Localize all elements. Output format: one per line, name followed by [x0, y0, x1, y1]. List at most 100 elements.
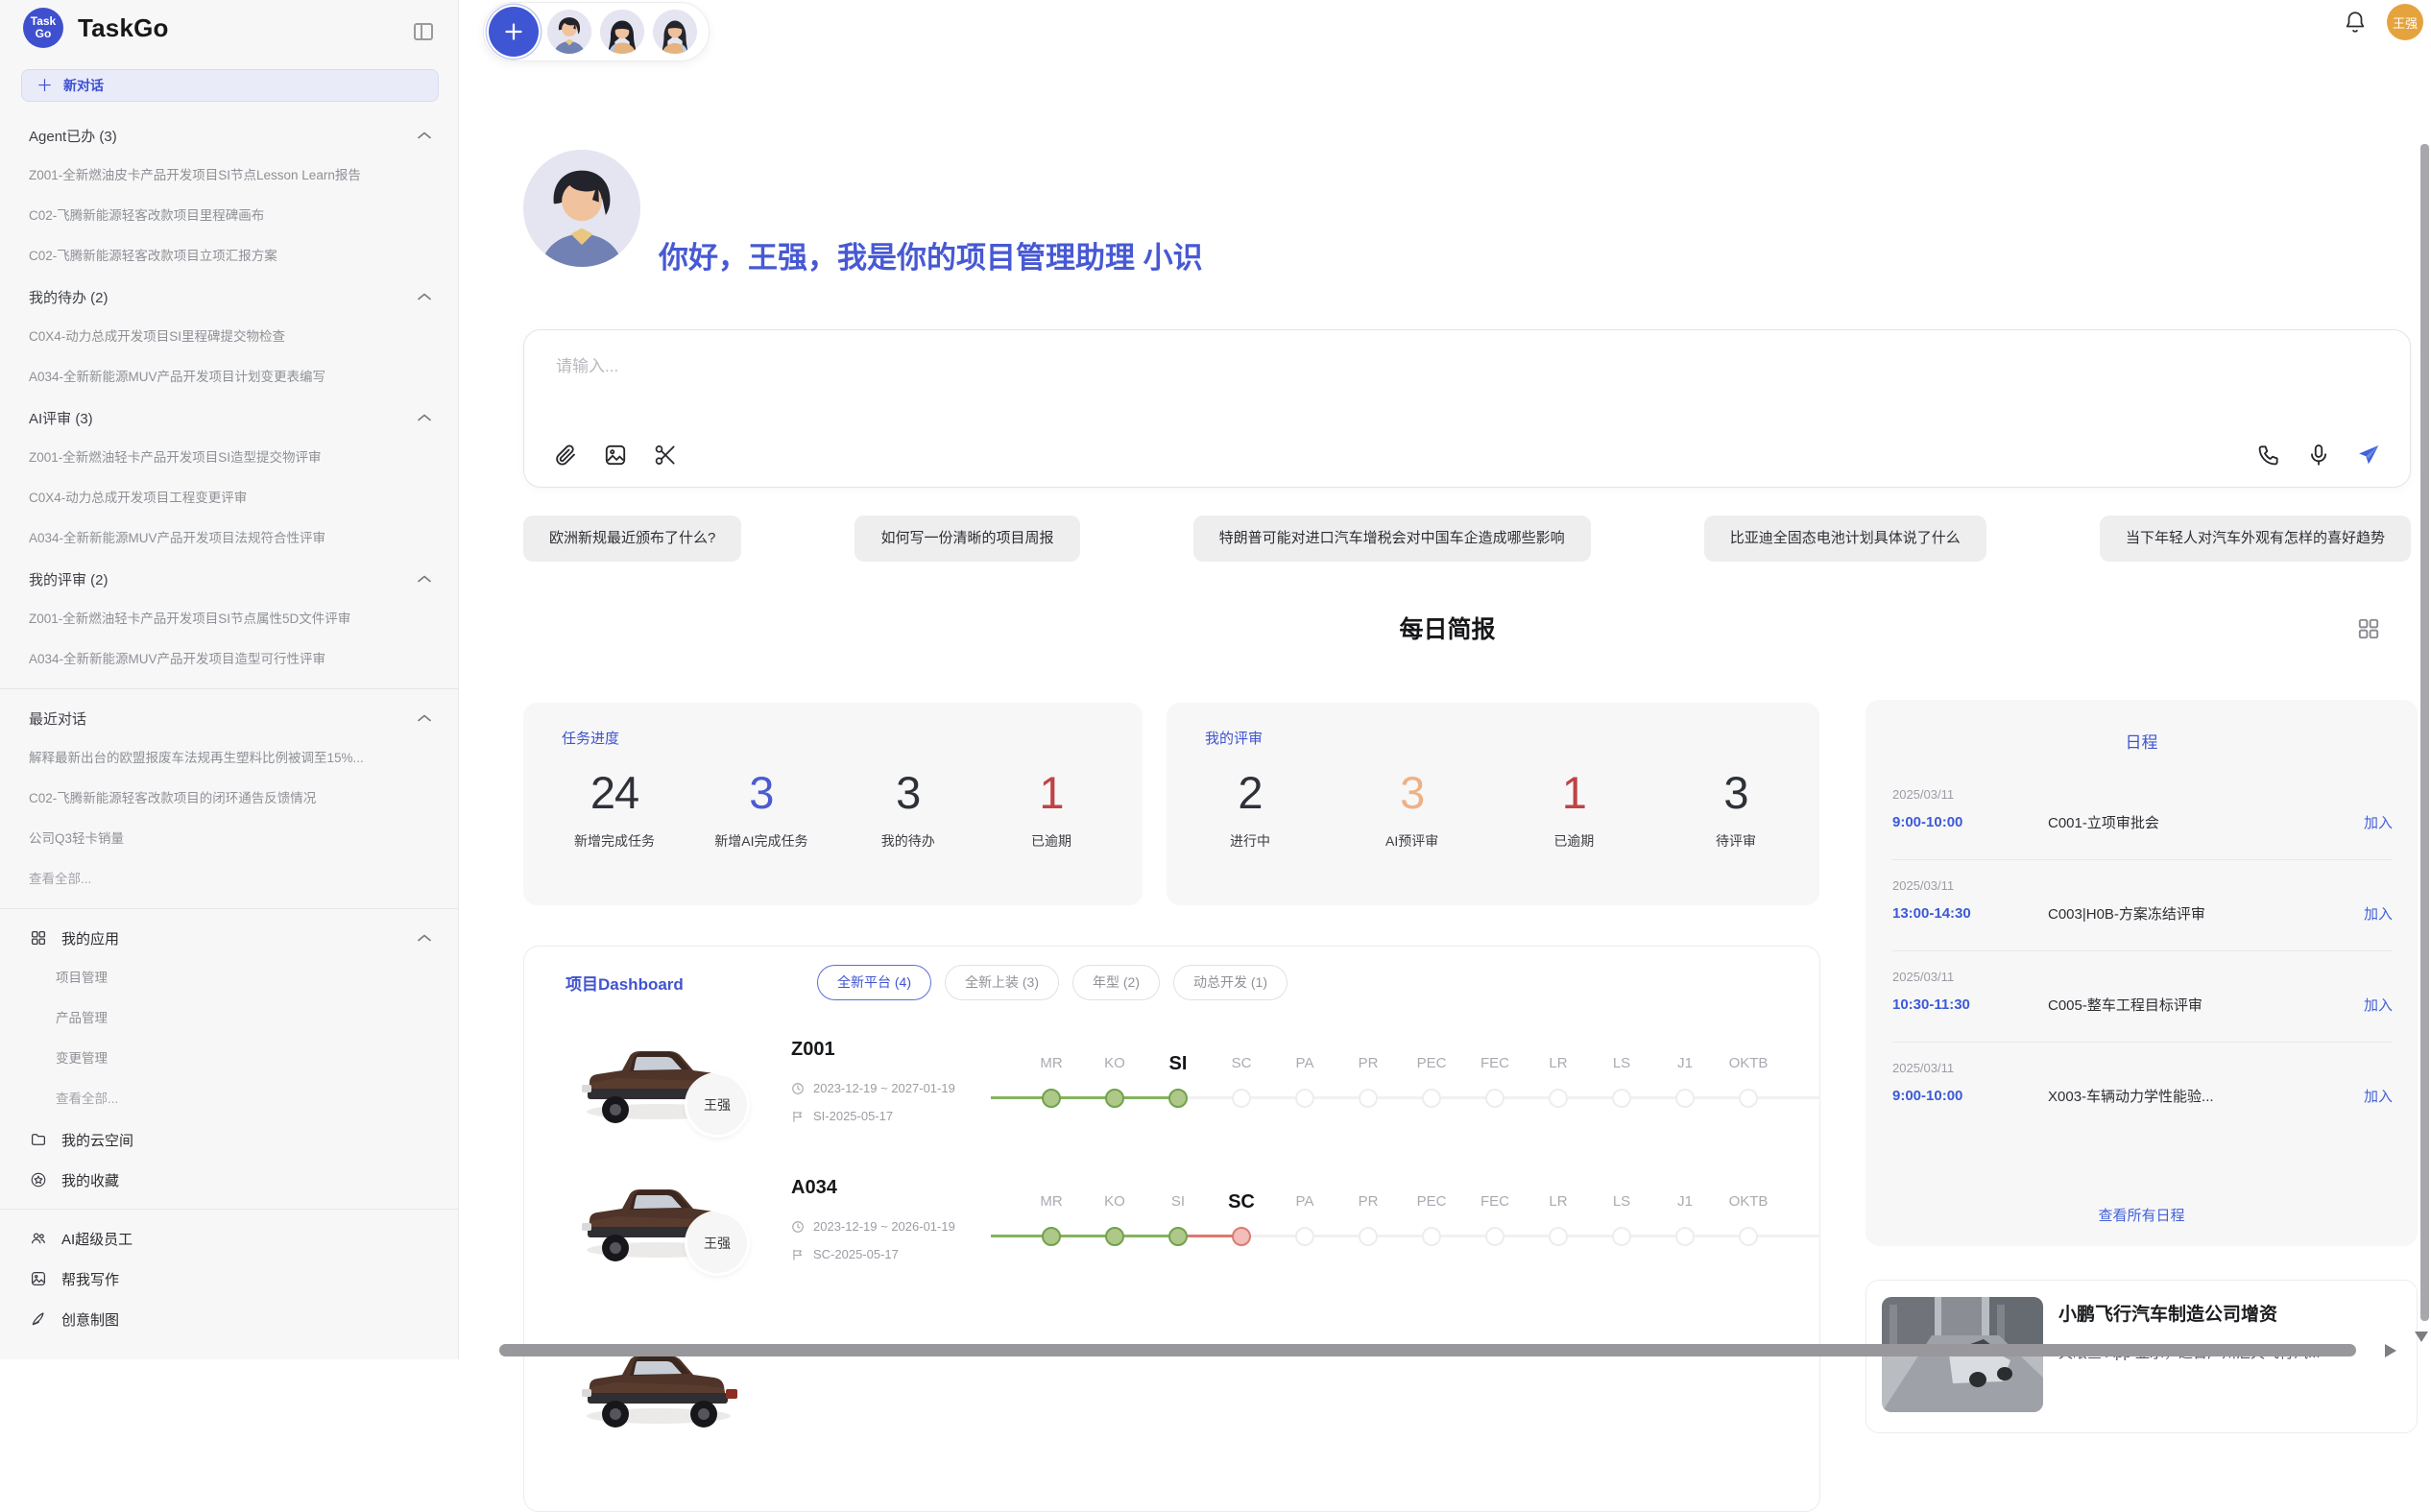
sidebar-item-star[interactable]: 我的收藏: [0, 1160, 458, 1200]
sidebar-tool-item[interactable]: 创意制图: [0, 1299, 458, 1339]
user-avatar[interactable]: 王强: [2387, 4, 2423, 40]
sidebar-content: Agent已办 (3)Z001-全新燃油皮卡产品开发项目SI节点Lesson L…: [0, 115, 458, 1359]
agent-avatar-3[interactable]: [653, 10, 697, 54]
clock-icon: [791, 1220, 805, 1234]
sidebar-item[interactable]: C02-飞腾新能源轻客改款项目里程碑画布: [0, 196, 458, 236]
sidebar-section-header[interactable]: 最近对话: [0, 698, 458, 738]
sidebar-item[interactable]: 项目管理: [0, 958, 458, 998]
chevron-up-icon[interactable]: [418, 934, 431, 942]
sidebar-section-header[interactable]: 我的评审 (2): [0, 559, 458, 599]
join-link[interactable]: 加入: [2364, 903, 2393, 924]
join-link[interactable]: 加入: [2364, 1086, 2393, 1106]
sidebar-item[interactable]: 公司Q3轻卡销量: [0, 819, 458, 859]
chevron-up-icon[interactable]: [418, 575, 431, 583]
sidebar-item[interactable]: C02-飞腾新能源轻客改款项目的闭环通告反馈情况: [0, 779, 458, 819]
sidebar-section-header[interactable]: 我的待办 (2): [0, 276, 458, 317]
join-link[interactable]: 加入: [2364, 812, 2393, 832]
chevron-up-icon[interactable]: [418, 414, 431, 421]
milestone-label: PR: [1336, 1046, 1400, 1081]
notification-bell-icon[interactable]: [2343, 10, 2368, 35]
sidebar-item-folder[interactable]: 我的云空间: [0, 1119, 458, 1160]
schedule-date: 2025/03/11: [1892, 1061, 2393, 1075]
sidebar-item-my-apps[interactable]: 我的应用: [0, 918, 458, 958]
news-card[interactable]: 小鹏飞行汽车制造公司增资 天眼查 App 显示，近日广州汇天飞行汽...: [1865, 1280, 2418, 1433]
composer-attachments: [553, 443, 678, 468]
sidebar-tool-item[interactable]: AI超级员工: [0, 1218, 458, 1259]
view-all-schedule-link[interactable]: 查看所有日程: [1865, 1205, 2418, 1225]
sidebar: Task Go TaskGo ＋ 新对话 Agent已办 (3)Z001-全新燃…: [0, 0, 459, 1359]
dashboard-tab[interactable]: 动总开发 (1): [1173, 965, 1288, 1000]
sidebar-item[interactable]: Z001-全新燃油轻卡产品开发项目SI造型提交物评审: [0, 438, 458, 478]
attach-file-icon[interactable]: [553, 443, 578, 468]
send-icon[interactable]: [2356, 443, 2381, 468]
milestone-dot: [1105, 1227, 1124, 1246]
sidebar-item[interactable]: A034-全新新能源MUV产品开发项目造型可行性评审: [0, 639, 458, 680]
suggestion-chip[interactable]: 比亚迪全固态电池计划具体说了什么: [1704, 516, 1986, 562]
card-title: 我的评审: [1205, 728, 1263, 748]
schedule-date: 2025/03/11: [1892, 970, 2393, 984]
vertical-scrollbar[interactable]: [2420, 144, 2429, 1321]
chevron-up-icon[interactable]: [418, 714, 431, 722]
attach-image-icon[interactable]: [603, 443, 628, 468]
add-conversation-button[interactable]: [489, 7, 539, 57]
stat-value: 3: [1693, 766, 1779, 819]
scroll-right-arrow-icon[interactable]: [2385, 1344, 2396, 1357]
suggestion-chip[interactable]: 如何写一份清晰的项目周报: [854, 516, 1079, 562]
voice-call-icon[interactable]: [2256, 443, 2281, 468]
milestone-label: J1: [1653, 1046, 1717, 1081]
agent-avatar-1[interactable]: [547, 10, 591, 54]
logo-line2: Go: [36, 28, 52, 40]
sidebar-item[interactable]: C0X4-动力总成开发项目SI里程碑提交物检查: [0, 317, 458, 357]
sidebar-section-header[interactable]: AI评审 (3): [0, 397, 458, 438]
stat-value: 1: [1008, 766, 1095, 819]
suggestion-chip[interactable]: 欧洲新规最近颁布了什么?: [523, 516, 741, 562]
sidebar-collapse-icon[interactable]: [412, 20, 435, 41]
schedule-time: 9:00-10:00: [1892, 814, 2048, 830]
milestone-dot: [1549, 1227, 1568, 1246]
new-chat-button[interactable]: ＋ 新对话: [21, 69, 439, 102]
stat-item: 3待评审: [1693, 766, 1779, 851]
view-all-apps[interactable]: 查看全部...: [0, 1079, 458, 1119]
schedule-item: 2025/03/119:00-10:00C001-立项审批会加入: [1892, 769, 2393, 859]
horizontal-scrollbar[interactable]: [499, 1344, 2356, 1356]
task-progress-card: 任务进度 24新增完成任务3新增AI完成任务3我的待办1已逾期: [523, 703, 1143, 905]
project-row[interactable]: 王强A0342023-12-19 ~ 2026-01-19SC-2025-05-…: [566, 1169, 1791, 1313]
chevron-up-icon[interactable]: [418, 132, 431, 139]
sidebar-section-label: 我的评审 (2): [29, 569, 108, 589]
view-all-conversations[interactable]: 查看全部...: [0, 859, 458, 900]
project-row[interactable]: 王强Z0012023-12-19 ~ 2027-01-19SI-2025-05-…: [566, 1031, 1791, 1175]
milestone-dot: [1359, 1089, 1378, 1108]
microphone-icon[interactable]: [2306, 443, 2331, 468]
sidebar-item[interactable]: Z001-全新燃油皮卡产品开发项目SI节点Lesson Learn报告: [0, 156, 458, 196]
screenshot-scissors-icon[interactable]: [653, 443, 678, 468]
sidebar-item[interactable]: C0X4-动力总成开发项目工程变更评审: [0, 478, 458, 518]
milestone-dot: [1168, 1089, 1188, 1108]
sidebar-item[interactable]: 解释最新出台的欧盟报废车法规再生塑料比例被调至15%...: [0, 738, 458, 779]
milestone-label: LR: [1527, 1185, 1590, 1219]
chevron-up-icon[interactable]: [418, 293, 431, 300]
sidebar-item[interactable]: 变更管理: [0, 1039, 458, 1079]
milestone-label: KO: [1083, 1046, 1146, 1081]
stat-value: 3: [865, 766, 951, 819]
milestone-label: SI: [1146, 1185, 1210, 1219]
sidebar-item[interactable]: A034-全新新能源MUV产品开发项目法规符合性评审: [0, 518, 458, 559]
sidebar-item[interactable]: A034-全新新能源MUV产品开发项目计划变更表编写: [0, 357, 458, 397]
flag-icon: [791, 1248, 805, 1261]
sidebar-tool-item[interactable]: 帮我写作: [0, 1259, 458, 1299]
dashboard-tab[interactable]: 年型 (2): [1072, 965, 1160, 1000]
schedule-event-title: C003|H0B-方案冻结评审: [2048, 903, 2364, 924]
schedule-event-title: C005-整车工程目标评审: [2048, 995, 2364, 1015]
dashboard-tab[interactable]: 全新平台 (4): [817, 965, 931, 1000]
suggestion-chip[interactable]: 特朗普可能对进口汽车增税会对中国车企造成哪些影响: [1193, 516, 1591, 562]
scroll-down-arrow-icon[interactable]: [2415, 1332, 2428, 1342]
sidebar-item[interactable]: C02-飞腾新能源轻客改款项目立项汇报方案: [0, 236, 458, 276]
dashboard-tab[interactable]: 全新上装 (3): [945, 965, 1059, 1000]
sidebar-section-header[interactable]: Agent已办 (3): [0, 115, 458, 156]
message-input[interactable]: 请输入...: [523, 329, 2411, 488]
briefing-layout-grid-icon[interactable]: [2356, 616, 2381, 641]
join-link[interactable]: 加入: [2364, 995, 2393, 1015]
sidebar-item[interactable]: Z001-全新燃油轻卡产品开发项目SI节点属性5D文件评审: [0, 599, 458, 639]
agent-avatar-2[interactable]: [600, 10, 644, 54]
suggestion-chip[interactable]: 当下年轻人对汽车外观有怎样的喜好趋势: [2100, 516, 2411, 562]
sidebar-item[interactable]: 产品管理: [0, 998, 458, 1039]
